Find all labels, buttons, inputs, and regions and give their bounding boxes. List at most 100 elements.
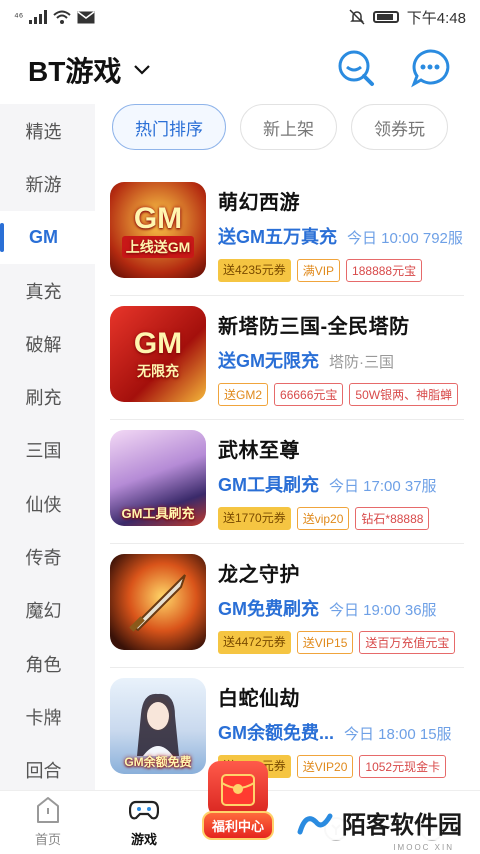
game-name: 龙之守护: [218, 564, 300, 586]
tag-bonus: 1052元现金卡: [359, 755, 447, 778]
tag-gm: 送GM2: [218, 383, 269, 406]
gamepad-icon: [129, 795, 159, 825]
game-cover[interactable]: [110, 554, 206, 650]
game-server-time: 今日 19:00 36服: [329, 602, 437, 619]
watermark-subtext: IMOOC XIN: [393, 843, 454, 852]
game-cover[interactable]: GM工具刷充: [110, 430, 206, 526]
sidebar-item-sanguo[interactable]: 三国: [0, 424, 95, 477]
mute-icon: [349, 9, 365, 25]
tag-bonus: 188888元宝: [346, 259, 423, 282]
game-promo: GM余额免费...: [218, 723, 334, 743]
sidebar-item-gm[interactable]: GM: [0, 210, 95, 264]
search-icon[interactable]: [336, 48, 376, 88]
sword-icon: [129, 574, 186, 632]
welfare-center-button[interactable]: 福利中心: [196, 761, 280, 851]
game-promo: 送GM无限充: [218, 351, 319, 371]
list-item[interactable]: GM 无限充 新塔防三国-全民塔防 送GM无限充 塔防·三国 送GM2 6666…: [106, 295, 464, 420]
app-header: BT游戏: [0, 40, 480, 100]
game-subline: 送GM五万真充 今日 10:00 792服: [218, 223, 464, 249]
game-subline: GM余额免费... 今日 18:00 15服: [218, 719, 464, 745]
tag-bonus: 66666元宝: [274, 383, 344, 406]
game-list: GM 上线送GM 萌幻西游 送GM五万真充 今日 10:00 792服 送423…: [106, 172, 464, 792]
list-item[interactable]: 龙之守护 GM免费刷充 今日 19:00 36服 送4472元券 送VIP15 …: [106, 543, 464, 668]
cover-text: GM: [133, 327, 183, 360]
game-cover[interactable]: GM余额免费: [110, 678, 206, 774]
clock: 下午4:48: [406, 9, 466, 27]
game-subline: GM工具刷充 今日 17:00 37服: [218, 471, 464, 497]
tab-new[interactable]: 新上架: [240, 104, 337, 150]
list-item[interactable]: GM工具刷充 武林至尊 GM工具刷充 今日 17:00 37服 送1770元券 …: [106, 419, 464, 544]
game-tags: 送4235元券 满VIP 188888元宝: [218, 259, 464, 282]
header-actions: [336, 48, 450, 88]
sidebar-item-zhenchong[interactable]: 真充: [0, 264, 95, 317]
tag-coupon: 送4235元券: [218, 259, 291, 282]
sidebar-item-xianxia[interactable]: 仙侠: [0, 477, 95, 530]
sidebar-item-shuachong[interactable]: 刷充: [0, 370, 95, 423]
game-cover[interactable]: GM 上线送GM: [110, 182, 206, 278]
game-info: 萌幻西游 送GM五万真充 今日 10:00 792服 送4235元券 满VIP …: [218, 172, 464, 296]
sort-tabs: 热门排序 新上架 领券玩: [112, 104, 470, 150]
tag-vip: 送VIP20: [296, 755, 354, 778]
chevron-down-icon[interactable]: [133, 60, 151, 81]
game-genre: 塔防·三国: [329, 354, 394, 371]
game-info: 龙之守护 GM免费刷充 今日 19:00 36服 送4472元券 送VIP15 …: [218, 544, 464, 668]
sidebar-item-pojie[interactable]: 破解: [0, 317, 95, 370]
category-sidebar: 精选 新游 GM 真充 破解 刷充 三国 仙侠 传奇 魔幻 角色 卡牌 回合: [0, 104, 95, 790]
sidebar-item-mohuan[interactable]: 魔幻: [0, 584, 95, 637]
game-info: 新塔防三国-全民塔防 送GM无限充 塔防·三国 送GM2 66666元宝 50W…: [218, 296, 464, 420]
status-right: 下午4:48: [349, 7, 466, 28]
game-tags: 送1770元券 送vip20 钻石*88888: [218, 507, 464, 530]
tag-coupon: 送4472元券: [218, 631, 291, 654]
tag-coupon: 送1770元券: [218, 507, 291, 530]
game-name: 新塔防三国-全民塔防: [218, 316, 410, 338]
game-info: 武林至尊 GM工具刷充 今日 17:00 37服 送1770元券 送vip20 …: [218, 420, 464, 544]
status-bar: ⁴⁶ 下午4:48: [0, 0, 480, 34]
cellular-signal-text: ⁴⁶: [14, 11, 24, 23]
tab-coupon[interactable]: 领券玩: [351, 104, 448, 150]
game-name: 武林至尊: [218, 440, 300, 462]
game-server-time: 今日 10:00 792服: [347, 230, 463, 247]
cover-subtext: 无限充: [136, 363, 179, 379]
game-promo: GM免费刷充: [218, 599, 319, 619]
game-name: 萌幻西游: [218, 192, 300, 214]
cover-subtext: 上线送GM: [121, 236, 195, 258]
cover-text: GM: [133, 202, 183, 235]
status-left: ⁴⁶: [14, 10, 95, 24]
page-title[interactable]: BT游戏: [28, 50, 121, 90]
list-item[interactable]: GM 上线送GM 萌幻西游 送GM五万真充 今日 10:00 792服 送423…: [106, 172, 464, 296]
cover-text: GM余额免费: [124, 755, 192, 769]
wifi-icon: [53, 10, 71, 24]
game-subline: 送GM无限充 塔防·三国: [218, 347, 464, 373]
signal-icon: [29, 10, 48, 24]
sidebar-item-jingxuan[interactable]: 精选: [0, 104, 95, 157]
nav-games[interactable]: 游戏: [96, 791, 192, 854]
tag-vip: 满VIP: [296, 259, 341, 282]
sidebar-item-xinyou[interactable]: 新游: [0, 157, 95, 210]
watermark-text: 陌客软件园: [342, 810, 462, 839]
game-promo: GM工具刷充: [218, 475, 319, 495]
sidebar-item-huihe[interactable]: 回合: [0, 744, 95, 790]
cover-text: GM工具刷充: [121, 506, 195, 521]
game-tags: 送4472元券 送VIP15 送百万充值元宝: [218, 631, 464, 654]
game-subline: GM免费刷充 今日 19:00 36服: [218, 595, 464, 621]
game-server-time: 今日 18:00 15服: [344, 726, 452, 743]
game-promo: 送GM五万真充: [218, 227, 337, 247]
sidebar-item-chuanqi[interactable]: 传奇: [0, 530, 95, 583]
watermark: 陌客软件园: [296, 805, 462, 840]
tag-bonus: 送百万充值元宝: [359, 631, 456, 654]
chat-icon[interactable]: [410, 48, 450, 88]
tag-bonus: 50W银两、神脂蝉: [349, 383, 459, 406]
sidebar-item-kapai[interactable]: 卡牌: [0, 690, 95, 743]
game-tags: 送GM2 66666元宝 50W银两、神脂蝉: [218, 383, 464, 406]
home-icon: [33, 795, 63, 825]
nav-games-label: 游戏: [130, 832, 157, 847]
list-item[interactable]: GM余额免费 白蛇仙劫 GM余额免费... 今日 18:00 15服 送6021…: [106, 667, 464, 792]
welfare-center-label: 福利中心: [201, 811, 274, 840]
nav-home[interactable]: 首页: [0, 791, 96, 854]
tag-vip: 送vip20: [296, 507, 350, 530]
battery-icon: [372, 11, 399, 23]
sidebar-item-juese[interactable]: 角色: [0, 637, 95, 690]
game-name: 白蛇仙劫: [218, 688, 300, 710]
tab-hot[interactable]: 热门排序: [112, 104, 226, 150]
game-cover[interactable]: GM 无限充: [110, 306, 206, 402]
